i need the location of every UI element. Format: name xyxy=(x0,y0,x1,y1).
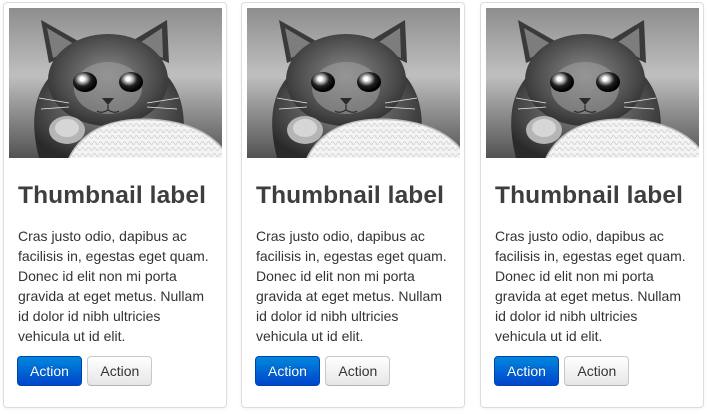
action-primary-button[interactable]: Action xyxy=(255,356,320,386)
thumbnail-card: Thumbnail label Cras justo odio, dapibus… xyxy=(241,2,465,408)
thumbnail-grid: Thumbnail label Cras justo odio, dapibus… xyxy=(0,0,708,414)
thumbnail-card: Thumbnail label Cras justo odio, dapibus… xyxy=(3,2,227,408)
thumbnail-label: Thumbnail label xyxy=(18,182,206,209)
thumbnail-caption: Thumbnail label Cras justo odio, dapibus… xyxy=(18,168,214,346)
thumbnail-text: Cras justo odio, dapibus ac facilisis in… xyxy=(18,228,209,344)
kitten-photo xyxy=(486,8,699,158)
action-primary-button[interactable]: Action xyxy=(494,356,559,386)
thumbnail-buttons: Action Action xyxy=(17,356,153,386)
thumbnail-caption: Thumbnail label Cras justo odio, dapibus… xyxy=(495,168,691,346)
kitten-photo xyxy=(247,8,460,158)
action-secondary-button[interactable]: Action xyxy=(325,356,391,386)
thumbnail-text: Cras justo odio, dapibus ac facilisis in… xyxy=(256,228,447,344)
action-secondary-button[interactable]: Action xyxy=(564,356,630,386)
thumbnail-buttons: Action Action xyxy=(255,356,391,386)
kitten-photo xyxy=(9,8,222,158)
thumbnail-label: Thumbnail label xyxy=(495,182,683,209)
thumbnail-label: Thumbnail label xyxy=(256,182,444,209)
action-primary-button[interactable]: Action xyxy=(17,356,82,386)
thumbnail-buttons: Action Action xyxy=(494,356,630,386)
thumbnail-card: Thumbnail label Cras justo odio, dapibus… xyxy=(480,2,704,408)
action-secondary-button[interactable]: Action xyxy=(87,356,153,386)
thumbnail-caption: Thumbnail label Cras justo odio, dapibus… xyxy=(256,168,452,346)
thumbnail-text: Cras justo odio, dapibus ac facilisis in… xyxy=(495,228,686,344)
